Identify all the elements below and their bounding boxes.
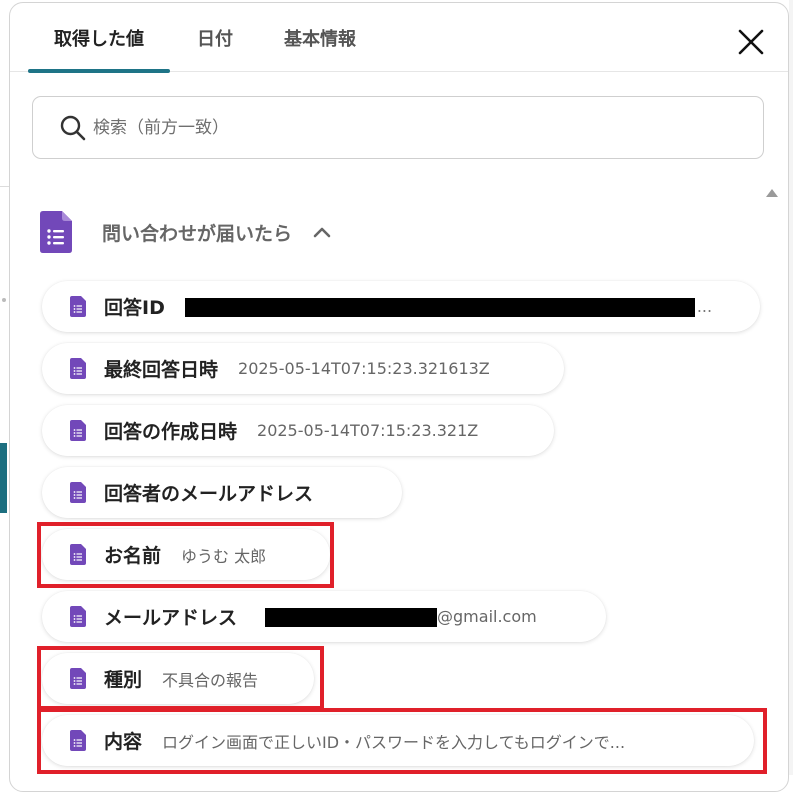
field-label: 最終回答日時 xyxy=(104,359,219,381)
field-value: ... xyxy=(184,297,712,317)
field-value: 2025-05-14T07:15:23.321613Z xyxy=(238,359,490,378)
google-forms-icon xyxy=(70,668,86,689)
field-label: 種別 xyxy=(104,669,143,691)
google-forms-icon xyxy=(70,296,86,317)
background-edge xyxy=(789,0,793,775)
google-forms-icon xyxy=(70,482,86,503)
chevron-up-icon xyxy=(313,227,331,238)
background-accent-bar xyxy=(0,443,7,513)
field-chip-name[interactable]: お名前 ゆうむ 太郎 xyxy=(42,529,330,580)
field-label: 内容 xyxy=(104,731,143,753)
field-chip-content[interactable]: 内容 ログイン画面で正しいID・パスワードを入力してもログインで... xyxy=(42,715,754,766)
field-label: 回答者のメールアドレス xyxy=(104,483,314,505)
google-forms-icon xyxy=(70,730,86,751)
tab-acquired-values[interactable]: 取得した値 xyxy=(28,3,170,73)
background-dot xyxy=(2,298,6,302)
field-chip-email-address[interactable]: メールアドレス @gmail.com xyxy=(42,591,606,642)
value-picker-modal: 取得した値 日付 基本情報 問 xyxy=(9,2,789,792)
close-icon[interactable] xyxy=(734,25,768,59)
section-title: 問い合わせが届いたら xyxy=(102,222,293,245)
scroll-up-arrow-icon[interactable] xyxy=(766,189,778,197)
redaction-bar xyxy=(265,607,438,627)
field-value: 不具合の報告 xyxy=(162,670,259,690)
google-forms-icon xyxy=(70,544,86,565)
field-label: 回答の作成日時 xyxy=(104,421,238,443)
google-forms-icon xyxy=(70,606,86,627)
tab-bar: 取得した値 日付 基本情報 xyxy=(10,3,788,73)
field-chip-category[interactable]: 種別 不具合の報告 xyxy=(42,653,314,704)
field-chip-respondent-email[interactable]: 回答者のメールアドレス xyxy=(42,467,402,518)
search-box xyxy=(32,96,764,159)
field-label: メールアドレス xyxy=(104,607,238,629)
google-forms-icon xyxy=(40,211,72,253)
field-value: ゆうむ 太郎 xyxy=(181,546,267,566)
redaction-bar xyxy=(184,297,695,317)
field-chip-last-response-time[interactable]: 最終回答日時 2025-05-14T07:15:23.321613Z xyxy=(42,343,564,394)
section-header-trigger[interactable]: 問い合わせが届いたら xyxy=(40,207,380,257)
field-value: @gmail.com xyxy=(237,607,537,627)
field-chip-response-id[interactable]: 回答ID ... xyxy=(42,281,760,332)
field-value: ログイン画面で正しいID・パスワードを入力してもログインで... xyxy=(162,732,626,752)
google-forms-icon xyxy=(70,420,86,441)
tab-basic-info[interactable]: 基本情報 xyxy=(272,3,368,72)
field-value: 2025-05-14T07:15:23.321Z xyxy=(257,421,479,440)
field-chip-created-time[interactable]: 回答の作成日時 2025-05-14T07:15:23.321Z xyxy=(42,405,554,456)
search-input[interactable] xyxy=(91,111,731,145)
search-icon xyxy=(60,115,86,141)
field-label: 回答ID xyxy=(104,297,165,319)
active-tab-indicator xyxy=(28,69,170,73)
field-label: お名前 xyxy=(104,545,162,567)
tab-date[interactable]: 日付 xyxy=(184,3,246,72)
google-forms-icon xyxy=(70,358,86,379)
